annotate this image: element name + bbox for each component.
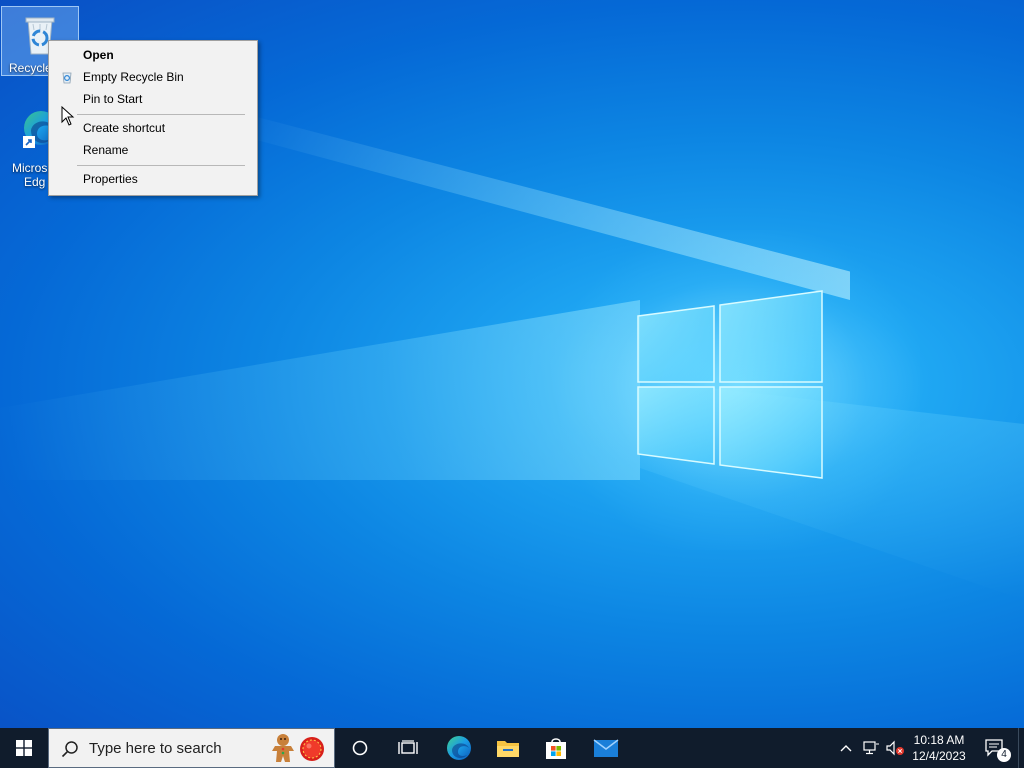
menu-item-open[interactable]: Open: [50, 44, 256, 66]
show-desktop-button[interactable]: [1018, 728, 1024, 768]
start-button[interactable]: [0, 728, 48, 768]
show-hidden-icons-button[interactable]: [836, 728, 856, 768]
menu-separator: [77, 165, 245, 166]
clock[interactable]: 10:18 AM 12/4/2023: [908, 728, 970, 768]
mouse-cursor-icon: [61, 106, 75, 126]
taskbar-app-microsoft-store[interactable]: [532, 728, 580, 768]
taskbar-search-box[interactable]: Type here to search: [48, 728, 335, 768]
menu-item-pin-to-start[interactable]: Pin to Start: [50, 88, 256, 110]
cortana-button[interactable]: [336, 728, 384, 768]
wallpaper-windows-logo: [637, 290, 823, 479]
file-explorer-icon: [497, 741, 519, 757]
task-view-button[interactable]: [384, 728, 432, 768]
notification-count-badge: 4: [997, 748, 1011, 762]
clock-date: 12/4/2023: [912, 749, 966, 763]
taskbar: Type here to search 10:18 AM 12/4/2023 4: [0, 728, 1024, 768]
recycle-bin-mini-icon: [62, 72, 72, 84]
cortana-icon: [352, 740, 368, 756]
edge-icon: [447, 736, 471, 760]
action-center-button[interactable]: 4: [976, 728, 1014, 768]
clock-time: 10:18 AM: [913, 733, 965, 747]
holiday-ornament-icon: [300, 737, 324, 761]
taskbar-app-mail[interactable]: [582, 728, 630, 768]
network-button[interactable]: [860, 728, 882, 768]
network-icon: [863, 741, 879, 755]
taskbar-app-edge[interactable]: [436, 728, 482, 768]
windows-start-icon: [16, 740, 32, 756]
mail-icon: [593, 739, 619, 757]
volume-muted-icon: [886, 740, 904, 756]
search-icon: [61, 741, 78, 758]
menu-separator: [77, 114, 245, 115]
context-menu: Open Empty Recycle Bin Pin to Start Crea…: [48, 40, 258, 196]
menu-item-rename[interactable]: Rename: [50, 139, 256, 161]
menu-item-empty-recycle-bin[interactable]: Empty Recycle Bin: [50, 66, 256, 88]
taskbar-app-file-explorer[interactable]: [484, 728, 532, 768]
gingerbread-man-icon: [272, 734, 294, 762]
task-view-icon: [398, 740, 418, 754]
menu-item-create-shortcut[interactable]: Create shortcut: [50, 117, 256, 139]
volume-button[interactable]: [884, 728, 906, 768]
menu-item-properties[interactable]: Properties: [50, 168, 256, 190]
wallpaper-light-beam: [0, 300, 640, 480]
microsoft-store-icon: [546, 738, 566, 759]
chevron-up-icon: [840, 745, 852, 752]
search-placeholder: Type here to search: [89, 740, 222, 757]
